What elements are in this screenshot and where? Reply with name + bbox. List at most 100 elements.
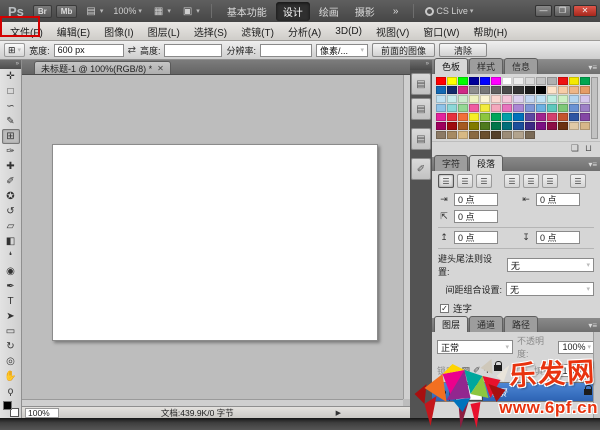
cs-live-button[interactable]: CS Live▾ — [422, 6, 476, 16]
swatch-47[interactable] — [491, 104, 501, 112]
move-tool[interactable]: ✛ — [2, 69, 20, 84]
swatch-63[interactable] — [513, 113, 523, 121]
swatch-84[interactable] — [436, 131, 446, 139]
swatch-37[interactable] — [536, 95, 546, 103]
mojikumi-select[interactable]: 无▾ — [506, 282, 594, 296]
hand-tool[interactable]: ✋ — [2, 369, 20, 384]
menu-item-帮助(H)[interactable]: 帮助(H) — [466, 22, 514, 41]
dock-panel-icon-2[interactable]: ▤ — [411, 98, 431, 120]
lock-all-icon[interactable] — [494, 365, 502, 371]
swatch-2[interactable] — [458, 77, 468, 85]
swatch-66[interactable] — [547, 113, 557, 121]
swatch-42[interactable] — [436, 104, 446, 112]
swatch-54[interactable] — [569, 104, 579, 112]
swatch-86[interactable] — [458, 131, 468, 139]
menu-item-编辑(E)[interactable]: 编辑(E) — [50, 22, 97, 41]
justify-all-button[interactable]: ☰ — [570, 174, 586, 188]
swatch-73[interactable] — [469, 122, 479, 130]
swatch-12[interactable] — [569, 77, 579, 85]
marquee-tool[interactable]: □ — [2, 84, 20, 99]
fill-value[interactable]: 100%▾ — [558, 364, 595, 377]
justify-last-center-button[interactable]: ☰ — [523, 174, 539, 188]
menu-item-文件(F)[interactable]: 文件(F) — [3, 22, 50, 41]
swatch-89[interactable] — [491, 131, 501, 139]
blend-mode-select[interactable]: 正常▾ — [437, 340, 513, 354]
swatch-51[interactable] — [536, 104, 546, 112]
swatch-81[interactable] — [558, 122, 568, 130]
dock-panel-icon-4[interactable]: ✐ — [411, 158, 431, 180]
swatch-3[interactable] — [469, 77, 479, 85]
swatch-53[interactable] — [558, 104, 568, 112]
align-center-button[interactable]: ☰ — [457, 174, 473, 188]
swap-dimensions-icon[interactable]: ⇄ — [128, 45, 136, 56]
swatch-71[interactable] — [447, 122, 457, 130]
swatch-34[interactable] — [502, 95, 512, 103]
layers-scrollbar[interactable] — [593, 332, 600, 430]
swatch-75[interactable] — [491, 122, 501, 130]
swatch-59[interactable] — [469, 113, 479, 121]
status-popup-arrow[interactable]: ▶ — [336, 409, 341, 417]
eyedropper-tool[interactable]: ✑ — [2, 144, 20, 159]
document-tab-close-icon[interactable]: ✕ — [157, 64, 164, 73]
layers-tab-路径[interactable]: 路径 — [504, 316, 538, 332]
document-tab[interactable]: 未标题-1 @ 100%(RGB/8) * ✕ — [34, 61, 171, 74]
swatch-0[interactable] — [436, 77, 446, 85]
swatch-29[interactable] — [447, 95, 457, 103]
swatch-92[interactable] — [525, 131, 535, 139]
justify-last-left-button[interactable]: ☰ — [504, 174, 520, 188]
swatch-87[interactable] — [469, 131, 479, 139]
visibility-toggle[interactable] — [432, 383, 450, 401]
horizontal-scrollbar[interactable] — [22, 399, 403, 406]
view-extras-dropdown[interactable]: ▤▾ — [81, 6, 106, 17]
swatch-26[interactable] — [569, 86, 579, 94]
swatch-76[interactable] — [502, 122, 512, 130]
swatch-4[interactable] — [480, 77, 490, 85]
align-left-button[interactable]: ☰ — [438, 174, 454, 188]
bridge-button[interactable]: Br — [33, 5, 52, 18]
swatch-55[interactable] — [580, 104, 590, 112]
swatches-tab-色板[interactable]: 色板 — [434, 58, 468, 74]
swatch-72[interactable] — [458, 122, 468, 130]
path-selection-tool[interactable]: ➤ — [2, 309, 20, 324]
mini-bridge-button[interactable]: Mb — [56, 5, 78, 18]
gradient-tool[interactable]: ◧ — [2, 234, 20, 249]
layer-row-background[interactable]: 背景 — [432, 382, 600, 402]
dock-panel-icon-3[interactable]: ▤ — [411, 128, 431, 150]
swatch-6[interactable] — [502, 77, 512, 85]
swatch-25[interactable] — [558, 86, 568, 94]
paragraph-panel-menu-icon[interactable]: ▾≡ — [588, 160, 597, 169]
workspace-tab-设计[interactable]: 设计 — [276, 2, 310, 21]
minimize-button[interactable]: — — [535, 5, 552, 17]
swatch-44[interactable] — [458, 104, 468, 112]
swatch-77[interactable] — [513, 122, 523, 130]
swatch-45[interactable] — [469, 104, 479, 112]
swatches-tab-样式[interactable]: 样式 — [469, 58, 503, 74]
zoom-tool[interactable]: ϙ — [2, 384, 20, 399]
eraser-tool[interactable]: ▱ — [2, 219, 20, 234]
close-button[interactable]: ✕ — [573, 5, 597, 17]
menu-item-窗口(W)[interactable]: 窗口(W) — [416, 22, 466, 41]
swatch-22[interactable] — [525, 86, 535, 94]
swatch-41[interactable] — [580, 95, 590, 103]
swatch-88[interactable] — [480, 131, 490, 139]
swatch-28[interactable] — [436, 95, 446, 103]
opacity-value[interactable]: 100%▾ — [558, 341, 595, 354]
menu-item-选择(S)[interactable]: 选择(S) — [187, 22, 234, 41]
swatch-56[interactable] — [436, 113, 446, 121]
swatch-83[interactable] — [580, 122, 590, 130]
swatch-19[interactable] — [491, 86, 501, 94]
swatch-38[interactable] — [547, 95, 557, 103]
space-before-input[interactable]: 0 点 — [454, 231, 498, 244]
swatch-43[interactable] — [447, 104, 457, 112]
swatch-11[interactable] — [558, 77, 568, 85]
workspace-tab-基本功能[interactable]: 基本功能 — [220, 2, 274, 21]
swatch-48[interactable] — [502, 104, 512, 112]
dock-collapse-button[interactable]: » — [410, 60, 432, 70]
canvas[interactable] — [52, 144, 378, 341]
status-zoom-input[interactable]: 100% — [25, 408, 59, 418]
swatch-78[interactable] — [525, 122, 535, 130]
swatch-49[interactable] — [513, 104, 523, 112]
pen-tool[interactable]: ✒ — [2, 279, 20, 294]
swatch-17[interactable] — [469, 86, 479, 94]
swatch-40[interactable] — [569, 95, 579, 103]
